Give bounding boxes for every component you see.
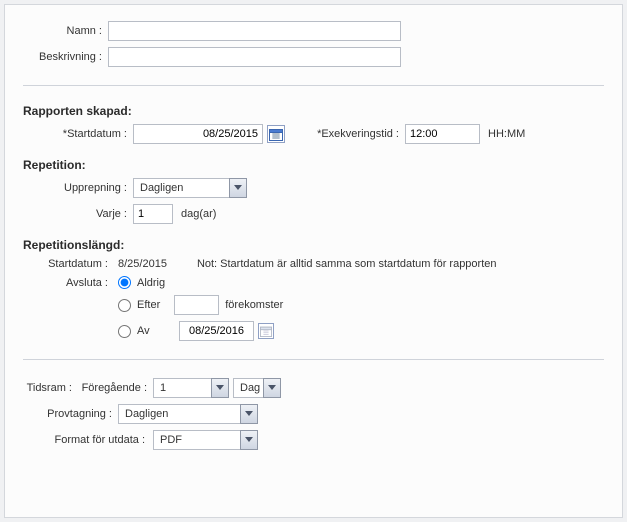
chevron-down-icon[interactable] xyxy=(240,404,258,424)
radio-after[interactable] xyxy=(118,299,131,312)
section-repetition-title: Repetition: xyxy=(23,158,604,172)
row-description: Beskrivning : xyxy=(23,47,604,67)
output-format-dropdown[interactable]: PDF xyxy=(153,430,258,450)
calendar-icon[interactable] xyxy=(258,323,274,339)
output-format-text: PDF xyxy=(153,430,240,450)
description-input[interactable] xyxy=(108,47,401,67)
timeframe-unit-text: Dag xyxy=(233,378,263,398)
radio-after-label: Efter xyxy=(137,299,160,311)
separator-1 xyxy=(23,85,604,86)
row-end-by: Av xyxy=(23,321,604,341)
label-repeat: Upprepning : xyxy=(23,182,133,194)
after-occurrences-input[interactable] xyxy=(174,295,219,315)
radio-never[interactable] xyxy=(118,276,131,289)
exec-time-input[interactable] xyxy=(405,124,480,144)
row-start-exec: *Startdatum : *Exekveringstid : HH:MM xyxy=(23,124,604,144)
section-report-created-title: Rapporten skapad: xyxy=(23,104,604,118)
sampling-dropdown[interactable]: Dagligen xyxy=(118,404,258,424)
sampling-dropdown-text: Dagligen xyxy=(118,404,240,424)
label-name: Namn : xyxy=(23,25,108,37)
row-output-format: Format för utdata : PDF xyxy=(23,430,604,450)
label-every: Varje : xyxy=(23,208,133,220)
row-sampling: Provtagning : Dagligen xyxy=(23,404,604,424)
label-end: Avsluta : xyxy=(23,277,118,289)
calendar-icon[interactable] xyxy=(267,125,285,143)
every-unit: dag(ar) xyxy=(181,208,216,220)
label-exec-time: *Exekveringstid : xyxy=(315,128,405,140)
end-by-date-input[interactable] xyxy=(179,321,254,341)
repeat-dropdown-text: Dagligen xyxy=(133,178,229,198)
exec-time-hint: HH:MM xyxy=(488,128,525,140)
every-input[interactable] xyxy=(133,204,173,224)
row-end-after: Efter förekomster xyxy=(23,295,604,315)
chevron-down-icon[interactable] xyxy=(240,430,258,450)
timeframe-value-text: 1 xyxy=(153,378,211,398)
schedule-form-panel: Namn : Beskrivning : Rapporten skapad: *… xyxy=(4,4,623,518)
separator-2 xyxy=(23,359,604,360)
radio-by-label: Av xyxy=(137,325,165,337)
chevron-down-icon[interactable] xyxy=(229,178,247,198)
radio-never-label: Aldrig xyxy=(137,277,165,289)
label-description: Beskrivning : xyxy=(23,51,108,63)
after-occurrences-label: förekomster xyxy=(225,299,283,311)
label-sampling: Provtagning : xyxy=(23,408,118,420)
radio-by[interactable] xyxy=(118,325,131,338)
label-rep-start-date: Startdatum : xyxy=(23,258,118,270)
rep-start-date-value: 8/25/2015 xyxy=(118,258,167,270)
row-name: Namn : xyxy=(23,21,604,41)
name-input[interactable] xyxy=(108,21,401,41)
chevron-down-icon[interactable] xyxy=(211,378,229,398)
label-previous: Föregående : xyxy=(78,382,153,394)
timeframe-unit-dropdown[interactable]: Dag xyxy=(233,378,281,398)
section-rep-length-title: Repetitionslängd: xyxy=(23,238,604,252)
timeframe-value-dropdown[interactable]: 1 xyxy=(153,378,229,398)
row-repeat: Upprepning : Dagligen xyxy=(23,178,604,198)
label-start-date: *Startdatum : xyxy=(23,128,133,140)
repeat-dropdown[interactable]: Dagligen xyxy=(133,178,247,198)
label-output-format: Format för utdata : xyxy=(23,434,153,446)
chevron-down-icon[interactable] xyxy=(263,378,281,398)
row-rep-start: Startdatum : 8/25/2015 Not: Startdatum ä… xyxy=(23,258,604,270)
row-every: Varje : dag(ar) xyxy=(23,204,604,224)
rep-start-note: Not: Startdatum är alltid samma som star… xyxy=(197,258,497,270)
row-timeframe: Tidsram : Föregående : 1 Dag xyxy=(23,378,604,398)
row-end-never: Avsluta : Aldrig xyxy=(23,276,604,289)
start-date-input[interactable] xyxy=(133,124,263,144)
label-timeframe: Tidsram : xyxy=(23,382,78,394)
